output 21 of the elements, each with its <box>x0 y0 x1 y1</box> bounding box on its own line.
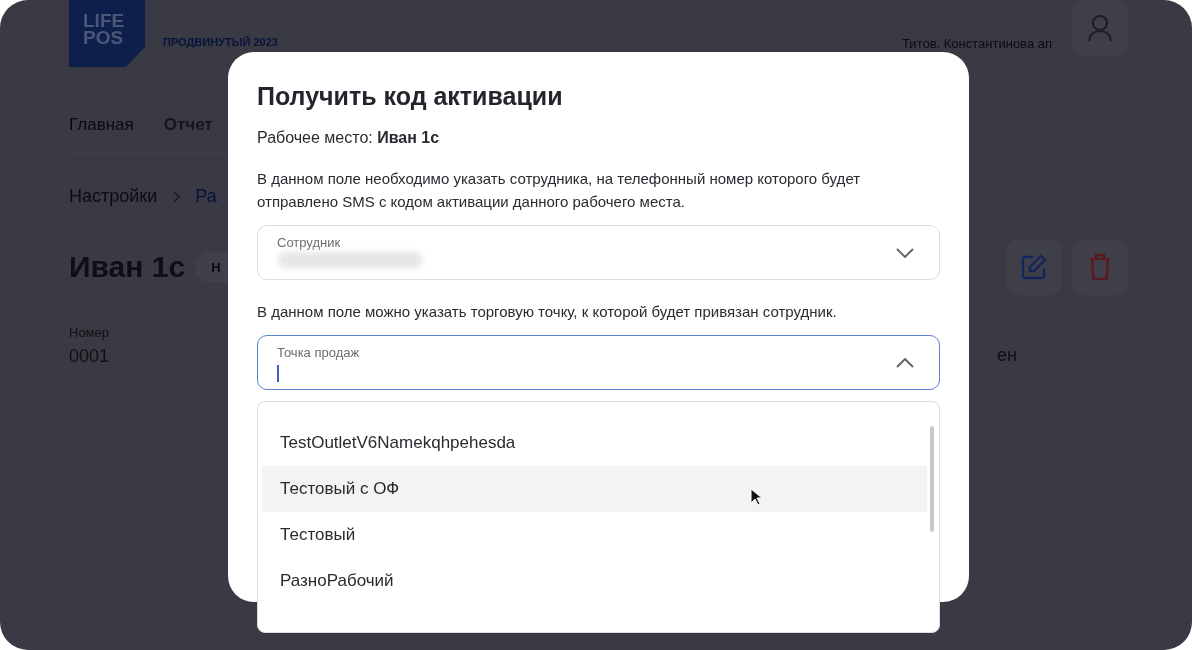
dialog-title: Получить код активации <box>257 82 564 111</box>
hint-text: В данном поле необходимо указать сотрудника, на телефонный номер которого будет отправлено SMS с кодом активации данного рабочего места. <box>257 169 862 212</box>
edit-button[interactable] <box>1006 239 1062 295</box>
chevron-icon <box>896 358 914 368</box>
edit-icon <box>1020 253 1048 281</box>
outlet-select[interactable]: Точка продаж <box>257 335 940 390</box>
dropdown-option[interactable]: Тестовый с ОФ <box>262 466 927 512</box>
scrollbar[interactable] <box>930 426 934 532</box>
dropdown-option[interactable]: РазноРабочий <box>262 558 927 604</box>
profile-button[interactable] <box>1072 0 1128 56</box>
user-icon <box>1087 14 1113 42</box>
trash-icon <box>1088 253 1112 281</box>
employee-select[interactable]: Сотрудник <box>257 225 940 280</box>
chevron-icon <box>896 248 914 258</box>
delete-button[interactable] <box>1072 239 1128 295</box>
chevron-right-icon <box>171 189 182 204</box>
workplace-text: Рабочее место: Иван 1с <box>257 129 441 147</box>
dropdown-option[interactable]: TestOutletV6Namekqhpehesda <box>262 420 927 466</box>
dropdown-option[interactable]: Тестовый <box>262 512 927 558</box>
cursor-icon <box>750 488 763 506</box>
hint-text: В данном поле можно указать торговую точку, к которой будет привязан сотрудник. <box>257 302 838 322</box>
